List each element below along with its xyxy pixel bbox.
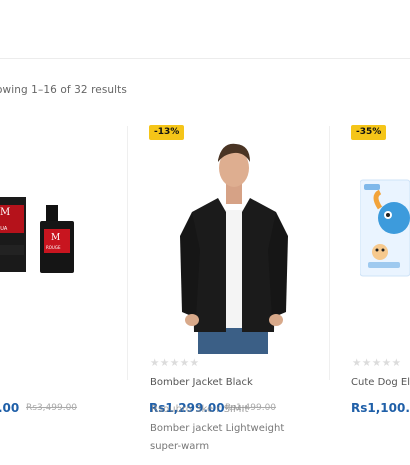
product-image-bomber-jacket[interactable] <box>170 140 300 354</box>
product-description: Bomber jacket Lightweight super-warm <box>150 420 300 456</box>
rating-stars: ★★★★★ <box>150 357 200 369</box>
rating-stars: ★★★★★ <box>352 357 402 369</box>
dog-toy-box-icon <box>359 179 410 277</box>
svg-text:AQUA: AQUA <box>0 226 8 232</box>
perfume-bottles-icon: M AQUA M ROUGE <box>0 197 74 273</box>
svg-text:M: M <box>0 207 10 218</box>
product-image-perfume[interactable]: M AQUA M ROUGE <box>0 185 90 285</box>
svg-text:ROUGE: ROUGE <box>46 245 61 250</box>
man-in-jacket-icon <box>180 143 288 354</box>
product-title[interactable]: Bomber Jacket Black <box>150 377 253 388</box>
discount-badge: -35% <box>351 125 387 140</box>
product-old-price: Rs3,499.00 <box>26 403 78 413</box>
top-bar <box>0 0 410 58</box>
product-description-line: Bomber jacket Lightweight <box>150 423 285 434</box>
header-divider <box>0 58 410 59</box>
product-title[interactable]: Cute Dog Ele <box>351 377 410 388</box>
svg-text:M: M <box>51 233 60 243</box>
product-price: Rs1,100.00 <box>351 401 410 415</box>
product-description-line: super-warm <box>150 441 210 452</box>
discount-badge: -13% <box>149 125 185 140</box>
product-divider <box>127 126 128 380</box>
product-image-dog-toy[interactable] <box>359 178 410 278</box>
product-price: .00 <box>0 401 20 415</box>
product-divider <box>329 126 330 380</box>
product-description-overlay: Rsoubro 3ke r SIMIt <box>151 404 249 415</box>
results-count: owing 1–16 of 32 results <box>0 84 127 96</box>
